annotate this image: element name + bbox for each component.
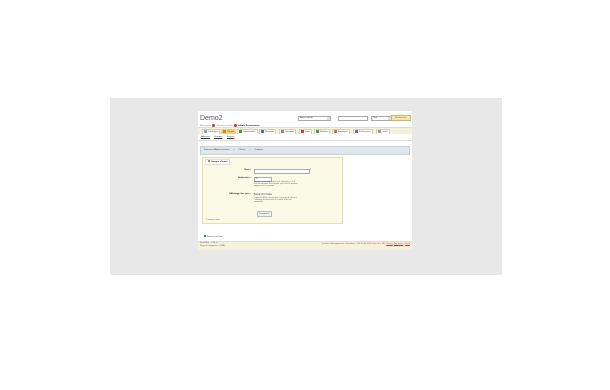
payment-icon (261, 130, 264, 133)
search-scope-select[interactable]: Tout (371, 116, 392, 121)
orders-icon (239, 130, 242, 133)
sub-nav: Adresses Groupes Paniers (198, 134, 412, 141)
preferences-icon (355, 130, 358, 133)
quick-access-value: Accès rapide (300, 117, 313, 119)
price-display-hint: Comment afficher les prix pour le groupe… (254, 198, 297, 204)
tab-label: Préférences (359, 131, 371, 133)
back-arrow-icon (204, 235, 206, 237)
required-note: * Champs requis (205, 219, 220, 221)
shop-title: Demo2 (200, 115, 223, 122)
subtab-adresses[interactable]: Adresses (201, 135, 210, 139)
catalog-icon (204, 130, 207, 133)
name-label: Nom : (244, 169, 251, 171)
breadcrumb-root[interactable]: Panneau d'Administration (204, 149, 230, 151)
modules-icon (316, 130, 319, 133)
footer: PrestaShop™ 1.4.0.17 Temps de chargement… (198, 241, 412, 250)
panel-title: Groupe clients (205, 159, 231, 165)
search-button[interactable]: Rechercher (391, 115, 411, 121)
discount-value: 0 (256, 178, 258, 180)
tab-label: Catalogue (208, 131, 219, 133)
discount-label: Réduction : (238, 177, 251, 179)
tab-label: Transport (285, 131, 295, 133)
tab-label: Clients (227, 131, 234, 133)
panel-title-text: Groupe clients (211, 161, 228, 163)
breadcrumb: Panneau d'Administration > Clients > Gro… (200, 146, 410, 155)
tab-label: Paiement (265, 131, 275, 133)
discount-hint: Applique automatiquement cette réduction… (254, 182, 298, 188)
footer-version: PrestaShop™ 1.4.0.17 (200, 243, 218, 244)
tab-label: Modules (320, 131, 329, 133)
breadcrumb-sep: > (233, 149, 236, 151)
search-scope-value: Tout (373, 117, 378, 119)
employees-icon (334, 130, 337, 133)
admin-page: Demo2 Bienvenue Fermer session Alexis De… (198, 111, 412, 250)
price-display-value[interactable]: taxe incluse (254, 192, 272, 196)
tab-label: Outils (382, 131, 388, 133)
subtab-paniers[interactable]: Paniers (227, 135, 234, 139)
breadcrumb-groupes: Groupes (254, 149, 263, 151)
chevron-down-icon (327, 117, 330, 120)
quick-access-select[interactable]: Accès rapide (298, 116, 331, 121)
name-required-mark: * (310, 169, 312, 171)
search-input[interactable] (338, 116, 368, 121)
tools-icon (378, 130, 381, 133)
footer-load-time: Temps de chargement : 0.288s (200, 246, 225, 247)
breadcrumb-sep: > (249, 149, 251, 151)
footer-right: Questions / Renseignements / Formations … (321, 244, 410, 245)
footer-support: Questions / Renseignements / Formations … (321, 244, 385, 245)
subtab-groupes[interactable]: Groupes (214, 135, 222, 139)
back-to-list-link[interactable]: Retour à la liste (204, 235, 223, 238)
tab-label: Employés (338, 131, 348, 133)
footer-contact-link[interactable]: Contact (386, 244, 392, 245)
stats-icon (301, 130, 304, 133)
transport-icon (281, 130, 284, 133)
price-display-label: Affichage des prix : (229, 193, 251, 195)
tab-label: Stats (305, 131, 311, 133)
footer-forum-link[interactable]: Forum (405, 244, 410, 245)
footer-bugtracker-link[interactable]: Bug-Tracker (394, 244, 403, 245)
tab-label: Commandes (243, 131, 256, 133)
name-input[interactable] (254, 169, 310, 174)
save-button[interactable]: Enregistrer (257, 211, 272, 217)
group-form-panel: Groupe clients Nom : * Réduction : 0 App… (202, 157, 343, 224)
back-link-text: Retour à la liste (207, 236, 223, 238)
breadcrumb-clients[interactable]: Clients (239, 149, 246, 151)
clients-icon (223, 130, 226, 133)
group-icon (208, 160, 210, 162)
